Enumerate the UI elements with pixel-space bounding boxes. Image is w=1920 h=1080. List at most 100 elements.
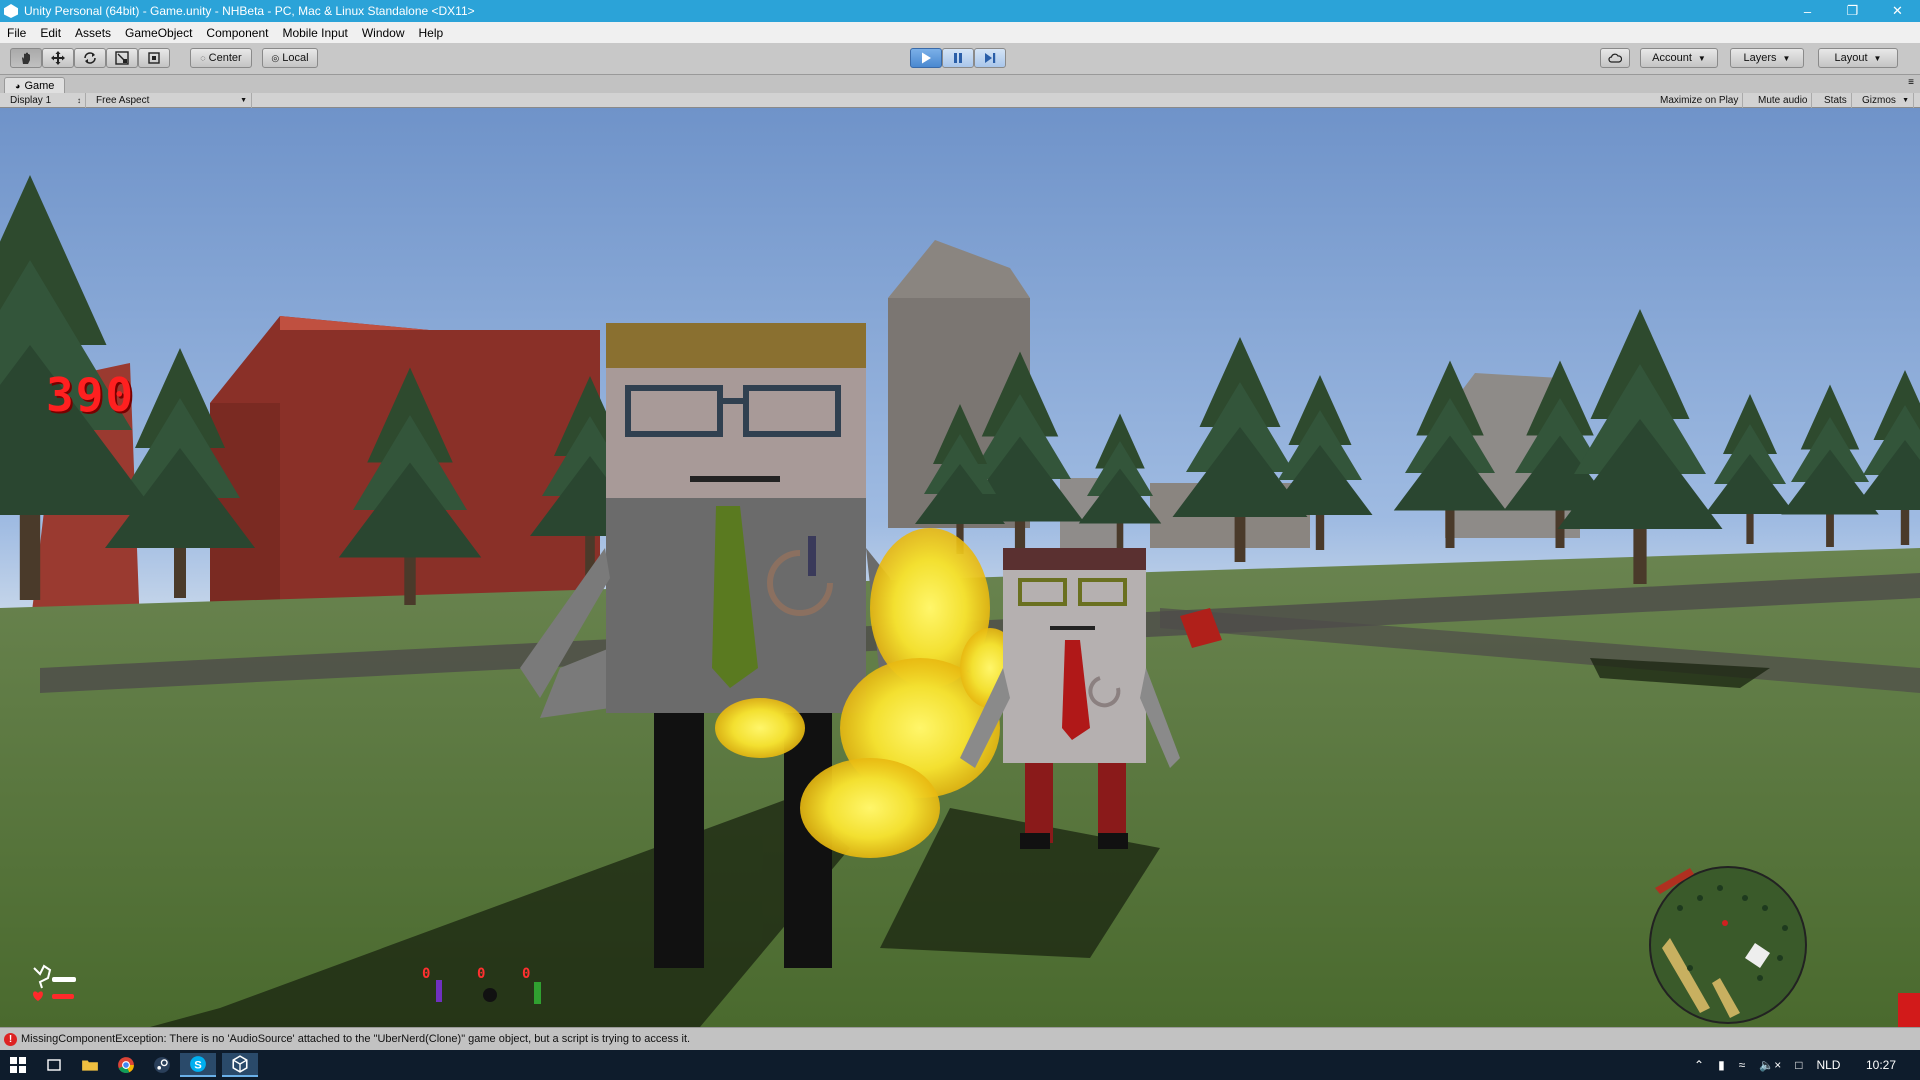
game-tab-bar: ◕ Game ≡ (0, 76, 1920, 93)
notification-icon[interactable]: □ (1795, 1058, 1802, 1072)
menu-mobile-input[interactable]: Mobile Input (275, 26, 354, 40)
console-status-bar[interactable]: ! MissingComponentException: There is no… (0, 1027, 1920, 1050)
chevron-down-icon: ▼ (1782, 53, 1791, 63)
menu-component[interactable]: Component (199, 26, 275, 40)
tab-menu-icon[interactable]: ≡ (1908, 77, 1914, 88)
chevron-up-icon[interactable]: ⌃ (1694, 1058, 1704, 1072)
menu-window[interactable]: Window (355, 26, 412, 40)
taskbar-skype[interactable]: S (180, 1053, 216, 1077)
language-indicator[interactable]: NLD (1816, 1058, 1840, 1072)
windows-taskbar: S ⌃ ▮ ≈ 🔈× □ NLD 10:27 (0, 1050, 1920, 1080)
maximize-on-play-toggle[interactable]: Maximize on Play (1656, 93, 1744, 108)
pivot-local-button[interactable]: ◎ Local (262, 48, 318, 68)
status-message: MissingComponentException: There is no '… (21, 1033, 691, 1045)
taskbar-steam[interactable] (144, 1053, 180, 1077)
ammo-count-green-bottle: 0 (522, 966, 531, 982)
error-icon: ! (4, 1032, 17, 1046)
local-icon: ◎ (271, 52, 280, 63)
play-button[interactable] (910, 48, 942, 68)
pivot-label: Center (208, 52, 242, 64)
scale-tool-button[interactable] (106, 48, 138, 68)
layout-dropdown[interactable]: Layout ▼ (1818, 48, 1898, 68)
menu-assets[interactable]: Assets (68, 26, 118, 40)
cloud-icon (1608, 53, 1622, 63)
game-viewport[interactable]: 390 0 0 0 (0, 108, 1920, 1027)
task-view-icon (47, 1059, 61, 1071)
pause-button[interactable] (942, 48, 974, 68)
close-button[interactable]: ✕ (1875, 0, 1920, 22)
account-dropdown[interactable]: Account ▼ (1640, 48, 1718, 68)
chevron-down-icon: ▼ (1697, 53, 1706, 63)
aspect-select[interactable]: Free Aspect ▼ (92, 93, 252, 108)
hand-icon (22, 52, 30, 64)
display-select[interactable]: Display 1 ↕ (6, 93, 86, 108)
ammo-count-bomb: 0 (477, 966, 486, 982)
task-view-button[interactable] (36, 1053, 72, 1077)
chrome-icon (118, 1057, 134, 1074)
chevron-down-icon: ▼ (1902, 97, 1909, 104)
folder-icon (82, 1060, 98, 1071)
layers-label: Layers (1743, 52, 1777, 64)
maximize-button[interactable]: ❐ (1830, 0, 1875, 22)
updown-icon: ↕ (77, 96, 81, 105)
corner-indicator (1898, 993, 1920, 1027)
skype-icon: S (190, 1056, 206, 1072)
mute-audio-toggle[interactable]: Mute audio (1754, 93, 1813, 108)
taskbar-chrome[interactable] (108, 1053, 144, 1077)
score-counter: 390 (46, 368, 136, 422)
menu-bar: File Edit Assets GameObject Component Mo… (0, 22, 1920, 43)
battery-icon[interactable]: ▮ (1718, 1058, 1725, 1072)
stats-toggle[interactable]: Stats (1820, 93, 1852, 108)
ammo-count-purple-bottle: 0 (422, 966, 431, 982)
pacman-icon: ◕ (15, 80, 21, 91)
menu-file[interactable]: File (0, 26, 33, 40)
purple-bottle-icon (436, 980, 442, 1002)
minimize-button[interactable]: – (1785, 0, 1830, 22)
title-bar: Unity Personal (64bit) - Game.unity - NH… (0, 0, 1920, 22)
gizmos-dropdown[interactable]: Gizmos ▼ (1858, 93, 1914, 108)
taskbar-file-explorer[interactable] (72, 1053, 108, 1077)
tab-game[interactable]: ◕ Game (4, 77, 66, 93)
wifi-icon[interactable]: ≈ (1739, 1058, 1746, 1072)
game-view-controls: Display 1 ↕ Free Aspect ▼ Maximize on Pl… (0, 93, 1920, 108)
chevron-down-icon: ▼ (1873, 53, 1882, 63)
volume-muted-icon[interactable]: 🔈× (1759, 1058, 1781, 1072)
move-tool-button[interactable] (42, 48, 74, 68)
taskbar-unity[interactable] (222, 1053, 258, 1077)
unity-icon (232, 1055, 248, 1073)
scale-icon (115, 51, 129, 65)
rect-tool-button[interactable] (138, 48, 170, 68)
display-label: Display 1 (10, 95, 52, 106)
menu-help[interactable]: Help (412, 26, 451, 40)
unity-logo-icon (4, 4, 18, 18)
pivot-center-button[interactable]: ◌ Center (190, 48, 252, 68)
collab-cloud-button[interactable] (1600, 48, 1630, 68)
menu-edit[interactable]: Edit (33, 26, 68, 40)
account-label: Account (1652, 52, 1692, 64)
tab-game-label: Game (24, 79, 55, 92)
pivot-icon: ◌ (200, 53, 206, 63)
window-title: Unity Personal (64bit) - Game.unity - NH… (24, 4, 475, 18)
svg-text:S: S (194, 1060, 202, 1072)
move-icon (51, 51, 65, 65)
rect-transform-icon (148, 52, 160, 64)
play-icon (922, 52, 931, 64)
system-tray: ⌃ ▮ ≈ 🔈× □ NLD (1694, 1050, 1840, 1080)
toolbar: ◌ Center ◎ Local Account ▼ Layers ▼ Layo… (0, 43, 1920, 75)
layers-dropdown[interactable]: Layers ▼ (1730, 48, 1804, 68)
clock[interactable]: 10:27 (1866, 1050, 1896, 1080)
green-bottle-icon (534, 982, 541, 1004)
hand-tool-button[interactable] (10, 48, 42, 68)
pause-icon (954, 53, 962, 63)
bomb-icon (483, 988, 497, 1002)
step-button[interactable] (974, 48, 1006, 68)
layout-label: Layout (1834, 52, 1868, 64)
aspect-label: Free Aspect (96, 95, 150, 106)
step-icon (985, 53, 996, 63)
windows-logo-icon (10, 1057, 26, 1073)
rotate-icon (84, 52, 96, 64)
start-button[interactable] (0, 1053, 36, 1077)
menu-gameobject[interactable]: GameObject (118, 26, 199, 40)
space-label: Local (282, 52, 309, 64)
rotate-tool-button[interactable] (74, 48, 106, 68)
